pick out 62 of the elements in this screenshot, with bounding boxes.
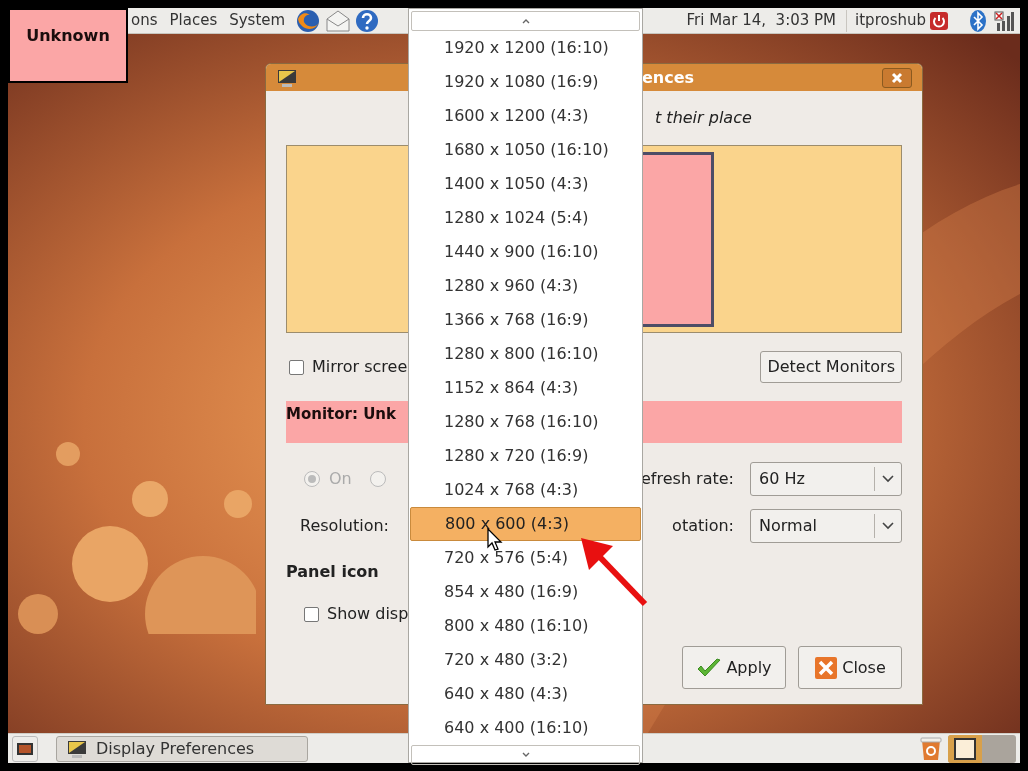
section-heading: Panel icon — [286, 561, 379, 583]
resolution-option[interactable]: 720 x 480 (3:2) — [410, 643, 641, 677]
resolution-option[interactable]: 854 x 480 (16:9) — [410, 575, 641, 609]
window-thumbnail — [954, 737, 976, 760]
resolution-option[interactable]: 640 x 480 (4:3) — [410, 677, 641, 711]
menu-item[interactable]: System — [223, 9, 292, 32]
mouse-cursor-icon — [487, 528, 503, 552]
trash-icon[interactable] — [920, 735, 942, 762]
scroll-down-button[interactable] — [411, 745, 640, 765]
resolution-option[interactable]: 1152 x 864 (4:3) — [410, 371, 641, 405]
menu-item[interactable]: Places — [163, 9, 224, 32]
field-label: efresh rate: — [641, 468, 734, 490]
menu-item[interactable]: ons — [125, 9, 164, 32]
resolution-option[interactable]: 1366 x 768 (16:9) — [410, 303, 641, 337]
checkbox-label: Mirror scree — [312, 356, 408, 378]
resolution-option[interactable]: 720 x 576 (5:4) — [410, 541, 641, 575]
network-icon[interactable] — [993, 9, 1015, 32]
radio-label: On — [329, 468, 352, 490]
desktop-icon — [16, 741, 34, 756]
resolution-option[interactable]: 1280 x 720 (16:9) — [410, 439, 641, 473]
power-icon[interactable] — [929, 10, 949, 31]
resolution-option[interactable]: 1600 x 1200 (4:3) — [410, 99, 641, 133]
resolution-option[interactable]: 1280 x 1024 (5:4) — [410, 201, 641, 235]
close-window-button[interactable] — [882, 67, 912, 88]
bluetooth-icon[interactable] — [969, 8, 987, 33]
resolution-option[interactable]: 1680 x 1050 (16:10) — [410, 133, 641, 167]
resolution-option[interactable]: 1920 x 1200 (16:10) — [410, 31, 641, 65]
close-button[interactable]: Close — [798, 646, 902, 689]
combo-box[interactable]: Normal — [750, 509, 902, 543]
resolution-option[interactable]: 1920 x 1080 (16:9) — [410, 65, 641, 99]
apply-button[interactable]: Apply — [682, 646, 786, 689]
resolution-option[interactable]: 640 x 400 (16:10) — [410, 711, 641, 745]
user-name[interactable]: itproshub — [847, 9, 929, 32]
resolution-option[interactable]: 1280 x 960 (4:3) — [410, 269, 641, 303]
monitor-label-text: Unknown — [26, 25, 110, 47]
resolution-option[interactable]: 1400 x 1050 (4:3) — [410, 167, 641, 201]
combo-box[interactable]: 60 Hz — [750, 462, 902, 496]
show-desktop-button[interactable] — [12, 735, 38, 762]
resolution-option[interactable]: 1024 x 768 (4:3) — [410, 473, 641, 507]
browser-icon[interactable] — [295, 7, 322, 34]
checkmark-icon — [696, 656, 723, 679]
mirror-checkbox[interactable] — [289, 359, 304, 375]
hint-text: t their place — [655, 107, 752, 129]
resolution-option[interactable]: 1280 x 800 (16:10) — [410, 337, 641, 371]
resolution-option[interactable]: 800 x 480 (16:10) — [410, 609, 641, 643]
field-label: Resolution: — [299, 515, 389, 537]
resolution-option[interactable]: 800 x 600 (4:3) — [410, 507, 641, 541]
workspace-switcher[interactable] — [948, 734, 1016, 763]
taskbar-button[interactable]: Display Preferences — [56, 735, 308, 762]
clock[interactable]: Fri Mar 14, 3:03 PM — [686, 9, 847, 32]
close-icon — [891, 71, 903, 84]
resolution-option[interactable]: 1440 x 900 (16:10) — [410, 235, 641, 269]
resolution-option[interactable]: 1280 x 768 (16:10) — [410, 405, 641, 439]
show-checkbox[interactable] — [304, 606, 319, 622]
monitor-heading: Monitor: Unk — [286, 405, 396, 423]
detect-monitors-button[interactable]: Detect Monitors — [760, 351, 902, 383]
workspace-tile[interactable] — [948, 734, 982, 763]
field-label: otation: — [672, 515, 734, 537]
close-icon — [814, 655, 839, 680]
help-icon[interactable] — [355, 8, 380, 33]
checkbox-label: Show disp — [327, 603, 409, 625]
window-title: ences — [642, 66, 695, 89]
